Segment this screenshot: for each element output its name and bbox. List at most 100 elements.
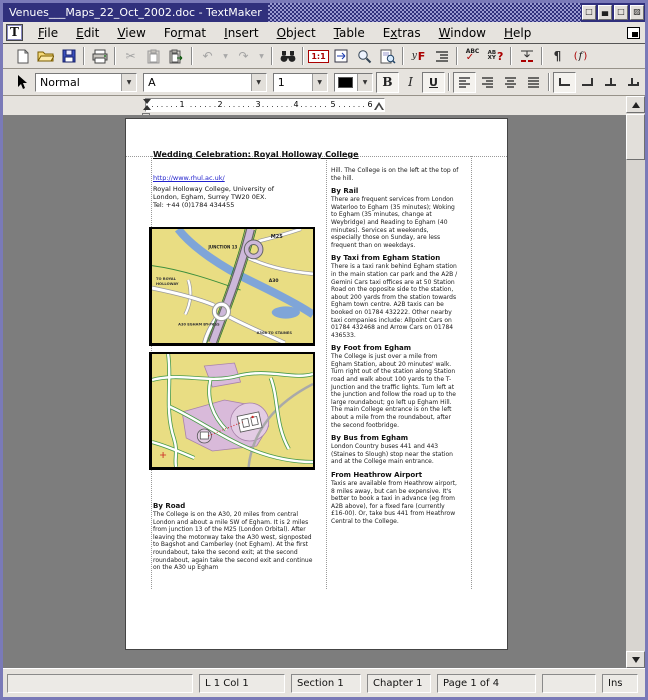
menu-view[interactable]: View xyxy=(108,24,154,42)
tab-right-button[interactable] xyxy=(576,72,599,93)
print-button[interactable] xyxy=(88,46,111,67)
left-indent-marker[interactable] xyxy=(143,105,151,110)
spell-check-icon: ABC✓ xyxy=(466,49,480,63)
status-insert-mode-cell[interactable]: Ins xyxy=(602,674,638,693)
undo-button[interactable]: ↶ xyxy=(196,46,219,67)
find-button[interactable] xyxy=(276,46,299,67)
fit-width-button[interactable] xyxy=(330,46,353,67)
window-shade-button[interactable]: □ xyxy=(582,5,596,20)
section-text: The College is just over a mile from Egh… xyxy=(331,353,460,429)
tab-decimal-button[interactable] xyxy=(622,72,645,93)
horizontal-ruler[interactable]: 1 2 3 4 5 6 xyxy=(145,98,385,112)
vertical-scrollbar[interactable] xyxy=(626,96,645,668)
open-button[interactable] xyxy=(34,46,57,67)
tab-left-button[interactable] xyxy=(553,72,576,93)
formatting-marks-button[interactable]: ¶ xyxy=(546,46,569,67)
textmaker-window: Venues___Maps_22_Oct_2002.doc - TextMake… xyxy=(0,0,648,700)
spell-recheck-button[interactable]: ABXY? xyxy=(484,46,507,67)
cursor-arrow-icon xyxy=(15,74,27,90)
section-heading: From Heathrow Airport xyxy=(331,471,460,479)
spell-check-button[interactable]: ABC✓ xyxy=(461,46,484,67)
menu-edit[interactable]: Edit xyxy=(67,24,108,42)
menu-format[interactable]: Format xyxy=(155,24,215,42)
italic-icon: I xyxy=(408,75,413,89)
font-name-combo[interactable]: A ▼ xyxy=(143,73,267,92)
app-menu-button[interactable]: T xyxy=(6,24,23,41)
object-mode-button[interactable] xyxy=(9,72,32,93)
document-page[interactable]: Wedding Celebration: Royal Holloway Coll… xyxy=(125,118,508,650)
redo-dropdown[interactable]: ▼ xyxy=(255,46,268,67)
new-document-icon xyxy=(16,49,30,64)
save-button[interactable] xyxy=(57,46,80,67)
road-map-image[interactable]: M25 JUNCTION 13 A30 TO ROYAL HOLLOWAY A3… xyxy=(149,227,315,346)
undo-dropdown[interactable]: ▼ xyxy=(219,46,232,67)
document-area[interactable]: Wedding Celebration: Royal Holloway Coll… xyxy=(3,115,626,668)
menu-bar: T File Edit View Format Insert Object Ta… xyxy=(3,22,645,44)
paste-button[interactable] xyxy=(165,46,188,67)
chevron-down-icon[interactable]: ▼ xyxy=(357,74,372,91)
justify-button[interactable] xyxy=(522,72,545,93)
ruler-row: 1 2 3 4 5 6 xyxy=(3,96,626,115)
chevron-down-icon[interactable]: ▼ xyxy=(121,74,136,91)
cut-button[interactable]: ✂ xyxy=(119,46,142,67)
chevron-down-icon[interactable]: ▼ xyxy=(251,74,266,91)
scroll-down-button[interactable] xyxy=(626,651,645,668)
toolbar-separator xyxy=(83,47,85,65)
scroll-up-button[interactable] xyxy=(626,96,645,113)
menu-extras[interactable]: Extras xyxy=(374,24,430,42)
first-line-indent-marker[interactable] xyxy=(143,99,151,104)
scrollbar-thumb[interactable] xyxy=(626,114,645,160)
align-right-button[interactable] xyxy=(476,72,499,93)
menu-help[interactable]: Help xyxy=(495,24,540,42)
paste-clipboard-icon xyxy=(169,49,184,64)
campus-map-image[interactable] xyxy=(149,352,315,470)
font-size-combo[interactable]: 1 ▼ xyxy=(273,73,328,92)
menu-table[interactable]: Table xyxy=(325,24,374,42)
formula-button[interactable]: (f) xyxy=(569,46,592,67)
open-folder-icon xyxy=(37,49,54,63)
menu-file[interactable]: File xyxy=(29,24,67,42)
align-left-button[interactable] xyxy=(453,72,476,93)
document-restore-icon[interactable] xyxy=(627,27,640,39)
right-indent-marker[interactable] xyxy=(374,102,384,110)
underline-button[interactable]: U xyxy=(422,72,445,93)
map-label-to-royal: TO ROYAL xyxy=(156,277,177,281)
tab-center-button[interactable] xyxy=(599,72,622,93)
rhul-link[interactable]: http://www.rhul.ac.uk/ xyxy=(153,174,315,182)
hyphenation-button[interactable] xyxy=(515,46,538,67)
ruler-number: 4 xyxy=(291,100,300,109)
font-color-combo[interactable]: ▼ xyxy=(334,73,373,92)
scissors-icon: ✂ xyxy=(125,49,135,63)
window-minimize-button[interactable]: ▄ xyxy=(598,5,612,20)
window-close-button[interactable]: ▨ xyxy=(630,5,644,20)
chevron-down-icon[interactable]: ▼ xyxy=(312,74,327,91)
copy-button[interactable] xyxy=(142,46,165,67)
chevron-down-icon: ▼ xyxy=(223,53,228,60)
print-preview-button[interactable] xyxy=(376,46,399,67)
section-text: There is a taxi rank behind Egham statio… xyxy=(331,263,460,339)
redo-button[interactable]: ↷ xyxy=(232,46,255,67)
bold-button[interactable]: B xyxy=(376,72,399,93)
zoom-button[interactable] xyxy=(353,46,376,67)
hyphenation-icon xyxy=(519,49,535,63)
menu-object[interactable]: Object xyxy=(268,24,325,42)
align-center-button[interactable] xyxy=(499,72,522,93)
insert-field-button[interactable]: yF xyxy=(407,46,430,67)
toolbar-separator xyxy=(271,47,273,65)
spell-recheck-icon: ABXY xyxy=(488,51,496,62)
zoom-100-button[interactable]: 1:1 xyxy=(307,46,330,67)
paragraph-style-combo[interactable]: Normal ▼ xyxy=(35,73,137,92)
column-guide xyxy=(326,156,327,589)
menu-window[interactable]: Window xyxy=(430,24,495,42)
italic-button[interactable]: I xyxy=(399,72,422,93)
printer-icon xyxy=(92,49,108,64)
window-maximize-button[interactable]: □ xyxy=(614,5,628,20)
address-line: Royal Holloway College, University of xyxy=(153,185,315,193)
menu-insert[interactable]: Insert xyxy=(215,24,267,42)
titlebar-pattern xyxy=(268,3,581,22)
new-document-button[interactable] xyxy=(11,46,34,67)
font-value: A xyxy=(144,76,251,89)
paragraph-settings-button[interactable] xyxy=(430,46,453,67)
color-swatch xyxy=(338,77,353,88)
title-bar[interactable]: Venues___Maps_22_Oct_2002.doc - TextMake… xyxy=(3,3,645,22)
